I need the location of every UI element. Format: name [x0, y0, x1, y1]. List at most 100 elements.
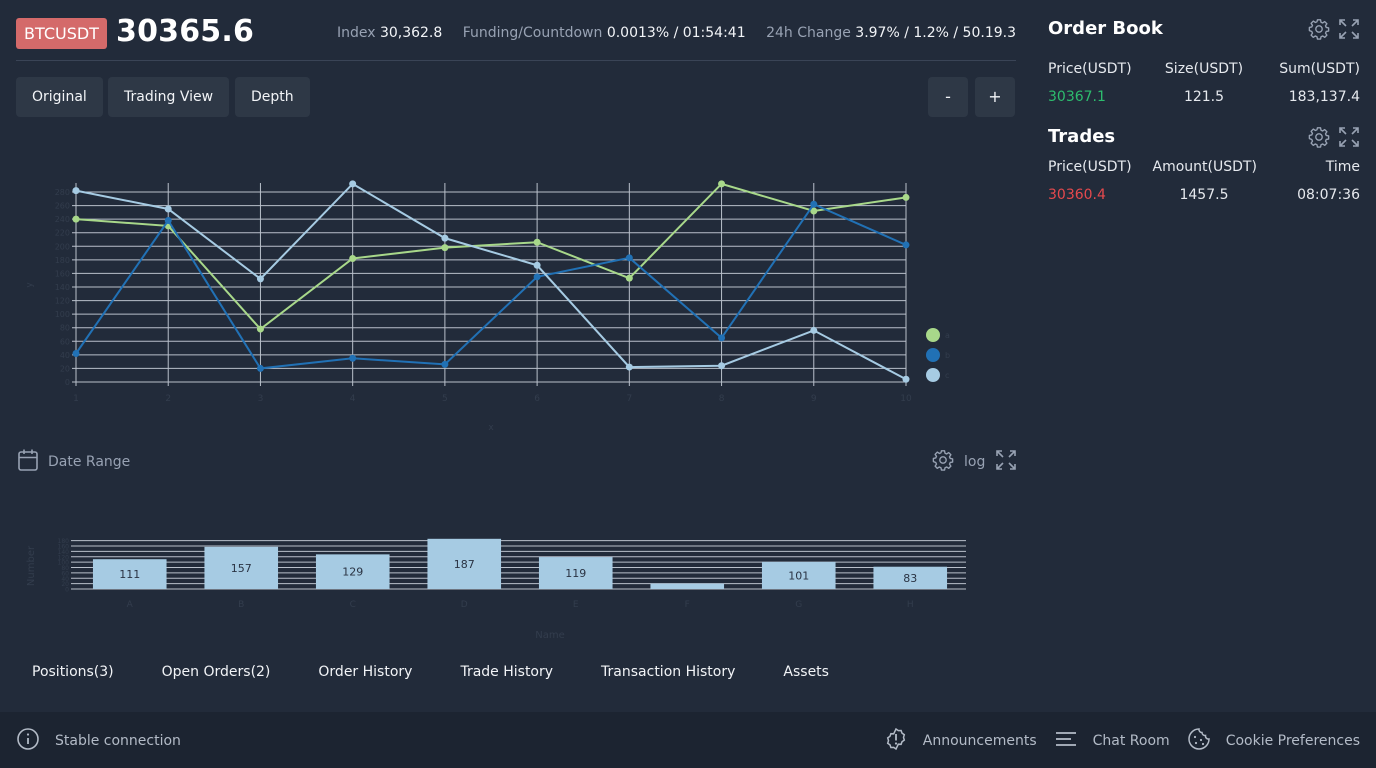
order-book-row[interactable]: 30367.1 121.5 183,137.4 — [1048, 89, 1360, 105]
line-point-b — [902, 241, 910, 249]
line-point-a — [441, 244, 449, 252]
tab-positions[interactable]: Positions(3) — [16, 656, 130, 688]
legend-dot-c — [926, 368, 940, 382]
bar-chart-x-tick-label: A — [127, 600, 134, 610]
tab-order-history[interactable]: Order History — [302, 656, 428, 688]
zoom-out-button[interactable]: - — [928, 77, 968, 117]
order-book-tools — [1300, 18, 1360, 40]
bar-chart-x-tick-label: H — [907, 600, 914, 610]
order-book-sum-header: Sum(USDT) — [1279, 61, 1360, 77]
line-chart-x-tick-label: 2 — [165, 394, 171, 404]
trades-header-row: Price(USDT) Amount(USDT) Time — [1048, 159, 1360, 175]
trades-row-time: 08:07:36 — [1297, 187, 1360, 203]
order-book-expand-icon[interactable] — [1338, 18, 1360, 40]
bar-chart-x-tick-label: C — [350, 600, 356, 610]
line-chart-y-tick-label: 220 — [55, 229, 70, 238]
trading-app: BTCUSDT 30365.6 Index 30,362.8 Funding/C… — [0, 0, 1376, 768]
order-book-size-header: Size(USDT) — [1164, 61, 1244, 77]
line-point-a — [902, 193, 910, 201]
legend-dot-a — [926, 328, 940, 342]
chart-fullscreen-expand-icon[interactable] — [995, 449, 1017, 475]
order-book-settings-gear-icon[interactable] — [1308, 18, 1330, 40]
chat-room-link[interactable]: Chat Room — [1055, 728, 1170, 754]
tab-assets[interactable]: Assets — [767, 656, 845, 688]
line-chart-y-tick-label: 100 — [55, 310, 70, 319]
line-point-c — [810, 326, 818, 334]
info-icon — [17, 728, 39, 754]
order-book-header-row: Price(USDT) Size(USDT) Sum(USDT) — [1048, 61, 1360, 77]
bar-chart-y-tick-label: 180 — [58, 538, 70, 545]
zoom-in-button[interactable]: + — [975, 77, 1015, 117]
line-chart-x-tick-label: 7 — [626, 394, 632, 404]
line-point-a — [718, 180, 726, 188]
line-chart-x-tick-label: 9 — [811, 394, 817, 404]
line-point-c — [533, 261, 541, 269]
line-chart: 0 20 40 60 80 100 120 140 160 180 200 220 240 260 280 1… — [25, 180, 912, 433]
line-chart-y-tick-label: 260 — [55, 202, 70, 211]
line-point-a — [72, 215, 80, 223]
chart-settings-gear-icon[interactable] — [932, 449, 954, 475]
bar-chart-x-tick-label: G — [795, 600, 802, 610]
funding-value: 0.0013% / 01:54:41 — [606, 25, 746, 41]
connection-status-text: Stable connection — [55, 733, 181, 749]
line-point-b — [533, 273, 541, 281]
line-chart-x-axis-title: x — [488, 423, 494, 433]
chat-room-label: Chat Room — [1092, 733, 1170, 749]
line-point-a — [533, 238, 541, 246]
cookie-preferences-link[interactable]: Cookie Preferences — [1187, 728, 1360, 754]
trades-row-amount: 1457.5 — [1179, 187, 1229, 203]
announcements-label: Announcements — [922, 733, 1037, 749]
cookie-preferences-label: Cookie Preferences — [1225, 733, 1360, 749]
log-scale-toggle[interactable]: log — [964, 454, 985, 470]
line-chart-x-tick-label: 8 — [719, 394, 725, 404]
tab-open-orders[interactable]: Open Orders(2) — [146, 656, 287, 688]
announcements-link[interactable]: Announcements — [885, 727, 1037, 754]
line-chart-y-tick-label: 0 — [65, 378, 70, 387]
funding-label: Funding/Countdown — [462, 25, 603, 41]
trading-view-button[interactable]: Trading View — [108, 77, 230, 117]
legend-dot-b — [926, 348, 940, 362]
line-chart-y-tick-label: 240 — [55, 215, 70, 224]
line-point-c — [441, 234, 449, 242]
line-point-b — [718, 334, 726, 342]
bar-data-label: 83 — [903, 572, 917, 585]
header-divider — [16, 60, 1016, 61]
bar-chart-x-axis-title: Name — [535, 630, 565, 641]
chat-lines-icon — [1055, 728, 1077, 754]
bar-chart-x-tick-label: E — [573, 600, 579, 610]
bar-data-label: 111 — [119, 568, 140, 581]
line-chart-x-tick-label: 3 — [258, 394, 264, 404]
date-range-picker[interactable]: Date Range — [18, 449, 130, 475]
trades-price-header: Price(USDT) — [1048, 159, 1132, 175]
order-book-panel: Order Book Price(USDT) Size(USDT) Sum(US… — [1048, 18, 1360, 108]
tab-transaction-history[interactable]: Transaction History — [585, 656, 751, 688]
line-point-c — [718, 362, 726, 370]
depth-view-button[interactable]: Depth — [235, 77, 310, 117]
original-view-button[interactable]: Original — [16, 77, 103, 117]
legend-item-c: c — [926, 365, 950, 385]
order-book-row-price: 30367.1 — [1048, 89, 1106, 105]
trades-row[interactable]: 30360.4 1457.5 08:07:36 — [1048, 187, 1360, 203]
line-point-c — [902, 375, 910, 383]
bar-data-label: 187 — [454, 558, 475, 571]
bar-chart-x-tick-label: F — [685, 600, 690, 610]
legend-label-b: b — [945, 350, 951, 360]
tab-trade-history[interactable]: Trade History — [444, 656, 569, 688]
legend-item-b: b — [926, 345, 950, 365]
bar-data-label: 157 — [231, 562, 252, 575]
trades-expand-icon[interactable] — [1338, 126, 1360, 148]
ticker-stats: Index 30,362.8 Funding/Countdown 0.0013%… — [337, 25, 1016, 41]
trades-settings-gear-icon[interactable] — [1308, 126, 1330, 148]
line-chart-y-tick-label: 180 — [55, 256, 70, 265]
symbol-badge[interactable]: BTCUSDT — [16, 18, 107, 49]
line-chart-y-tick-label: 120 — [55, 297, 70, 306]
line-chart-x-tick-label: 4 — [350, 394, 356, 404]
legend-label-c: c — [945, 370, 950, 380]
line-point-b — [625, 254, 633, 262]
line-point-b — [164, 217, 172, 224]
bar-chart-y-axis-title: Number — [26, 545, 37, 586]
change-label: 24h Change — [766, 25, 851, 41]
line-chart-x-tick-label: 1 — [73, 394, 79, 404]
line-chart-legend: a b c — [926, 325, 950, 385]
trades-row-price: 30360.4 — [1048, 187, 1106, 203]
